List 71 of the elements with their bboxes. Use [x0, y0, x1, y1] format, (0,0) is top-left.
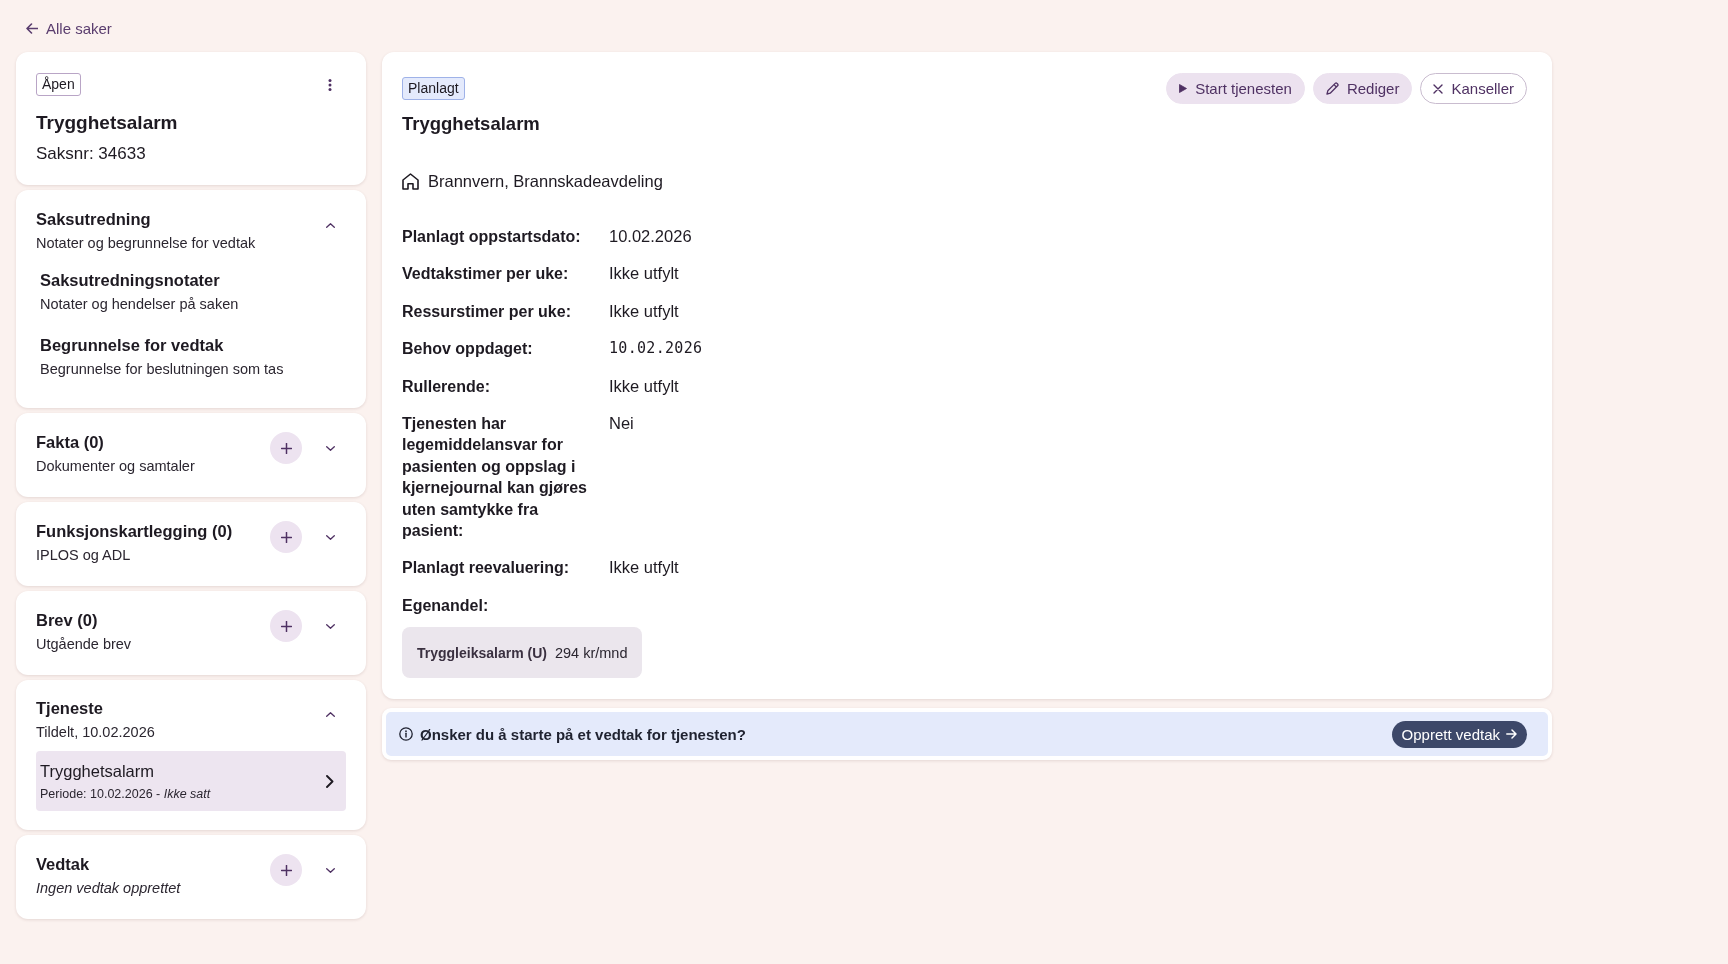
field-label: Ressurstimer per uke: — [402, 301, 571, 322]
arrow-left-icon — [26, 22, 38, 34]
plus-icon — [280, 442, 292, 454]
chevron-down-icon[interactable] — [326, 867, 335, 873]
play-icon — [1179, 84, 1188, 93]
field-value: Ikke utfylt — [609, 300, 679, 322]
chevron-up-icon[interactable] — [326, 222, 335, 228]
banner-message: Ønsker du å starte på et vedtak for tjenesten? — [420, 725, 746, 743]
arrow-right-icon — [1506, 729, 1517, 740]
field-value: Ikke utfylt — [609, 557, 679, 579]
section-title: Fakta (0) — [36, 432, 104, 452]
field-label: Egenandel: — [402, 595, 489, 616]
service-title: Trygghetsalarm — [40, 761, 154, 781]
close-icon — [1433, 83, 1444, 94]
service-item[interactable]: Trygghetsalarm Periode: 10.02.2026 - Ikke satt — [36, 751, 346, 811]
note-description: Notater og hendelser på saken — [40, 295, 239, 314]
field-label: Rullerende: — [402, 376, 490, 397]
case-number: Saksnr: 34633 — [36, 143, 146, 165]
fee-name: Tryggleiksalarm (U) — [417, 644, 547, 661]
chevron-up-icon[interactable] — [326, 711, 335, 717]
info-icon — [399, 727, 413, 742]
location-text: Brannvern, Brannskadeavdeling — [428, 171, 663, 192]
plus-icon — [280, 864, 292, 876]
field-label: Tjenesten har legemiddelansvar for pasienten og oppslag i kjernejournal kan gjøres uten samtykke fra pasient: — [402, 414, 588, 542]
plus-icon — [280, 620, 292, 632]
service-period: Periode: 10.02.2026 - Ikke satt — [40, 786, 211, 802]
more-options-icon[interactable] — [328, 78, 332, 91]
field-value: Ikke utfylt — [609, 375, 679, 397]
section-subtitle: Notater og begrunnelse for vedtak — [36, 234, 256, 253]
plus-icon — [280, 531, 292, 543]
add-button[interactable] — [270, 610, 302, 642]
section-subtitle: Dokumenter og samtaler — [36, 457, 195, 476]
field-value: 10.02.2026 — [609, 338, 703, 360]
add-button[interactable] — [270, 854, 302, 886]
field-value: Ikke utfylt — [609, 263, 679, 285]
status-badge: Planlagt — [402, 77, 465, 100]
status-badge: Åpen — [36, 73, 81, 96]
section-subtitle: Tildelt, 10.02.2026 — [36, 723, 155, 742]
case-title: Trygghetsalarm — [36, 111, 178, 135]
start-service-button[interactable]: Start tjenesten — [1166, 73, 1305, 104]
field-value: 10.02.2026 — [609, 226, 692, 247]
chevron-down-icon[interactable] — [326, 623, 335, 629]
section-title: Vedtak — [36, 854, 90, 874]
field-value: Nei — [609, 413, 634, 435]
section-title: Funksjonskartlegging (0) — [36, 521, 233, 541]
add-button[interactable] — [270, 521, 302, 553]
section-subtitle: Ingen vedtak opprettet — [36, 879, 181, 898]
house-icon — [402, 173, 419, 190]
pencil-icon — [1325, 82, 1339, 95]
note-description: Begrunnelse for beslutningen som tas — [40, 360, 284, 379]
edit-button[interactable]: Rediger — [1312, 73, 1413, 104]
cancel-button[interactable]: Kanseller — [1420, 73, 1527, 104]
chevron-right-icon — [326, 775, 334, 788]
create-decision-button[interactable]: Opprett vedtak — [1391, 720, 1527, 748]
note-link[interactable]: Saksutredningsnotater — [40, 270, 220, 290]
field-label: Planlagt reevaluering: — [402, 558, 570, 579]
section-subtitle: Utgående brev — [36, 635, 132, 654]
chevron-down-icon[interactable] — [326, 534, 335, 540]
section-title: Saksutredning — [36, 209, 151, 229]
note-link[interactable]: Begrunnelse for vedtak — [40, 335, 224, 355]
section-subtitle: IPLOS og ADL — [36, 546, 131, 565]
fee-price: 294 kr/mnd — [554, 644, 628, 661]
add-button[interactable] — [270, 432, 302, 464]
field-label: Behov oppdaget: — [402, 339, 533, 360]
field-label: Vedtakstimer per uke: — [402, 264, 569, 285]
back-link[interactable]: Alle saker — [26, 19, 112, 37]
section-title: Brev (0) — [36, 610, 98, 630]
field-label: Planlagt oppstartsdato: — [402, 227, 581, 247]
section-title: Tjeneste — [36, 698, 103, 718]
chevron-down-icon[interactable] — [326, 445, 335, 451]
service-heading: Trygghetsalarm — [402, 112, 540, 136]
